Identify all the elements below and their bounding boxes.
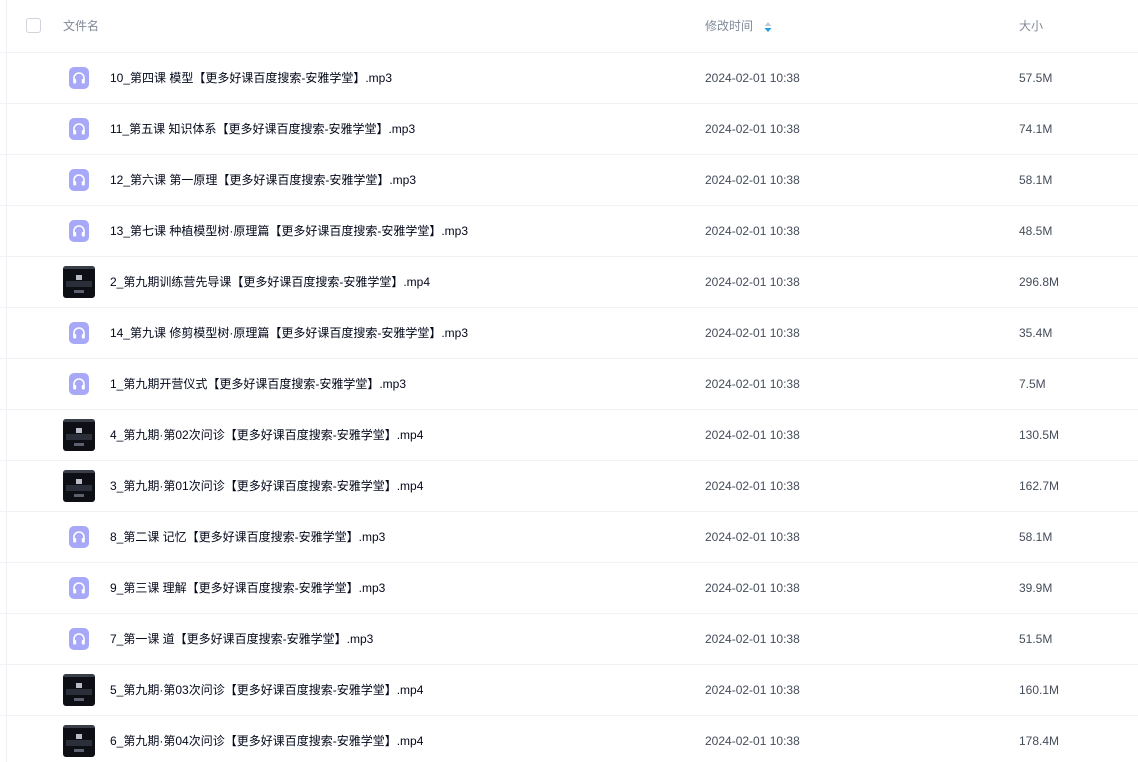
file-name[interactable]: 9_第三课 理解【更多好课百度搜索-安雅学堂】.mp3	[110, 580, 385, 596]
headphones-icon	[69, 118, 89, 140]
file-size: 296.8M	[1019, 275, 1060, 289]
file-name[interactable]: 2_第九期训练营先导课【更多好课百度搜索-安雅学堂】.mp4	[110, 274, 430, 290]
audio-file-icon	[63, 164, 95, 196]
headphones-icon	[69, 67, 89, 89]
file-modified-time: 2024-02-01 10:38	[705, 581, 800, 595]
headphones-icon	[69, 526, 89, 548]
file-name[interactable]: 10_第四课 模型【更多好课百度搜索-安雅学堂】.mp3	[110, 70, 392, 86]
sort-icon[interactable]	[763, 20, 773, 34]
file-size: 35.4M	[1019, 326, 1053, 340]
file-modified-time: 2024-02-01 10:38	[705, 326, 800, 340]
audio-file-icon	[63, 368, 95, 400]
file-modified-time: 2024-02-01 10:38	[705, 71, 800, 85]
file-row[interactable]: 8_第二课 记忆【更多好课百度搜索-安雅学堂】.mp3 2024-02-01 10…	[0, 511, 1138, 562]
file-size: 160.1M	[1019, 683, 1060, 697]
file-modified-time: 2024-02-01 10:38	[705, 122, 800, 136]
file-name[interactable]: 14_第九课 修剪模型树·原理篇【更多好课百度搜索-安雅学堂】.mp3	[110, 325, 468, 341]
video-thumbnail	[63, 419, 95, 451]
file-size: 178.4M	[1019, 734, 1060, 748]
file-row[interactable]: 13_第七课 种植模型树·原理篇【更多好课百度搜索-安雅学堂】.mp3 2024-…	[0, 205, 1138, 256]
file-name[interactable]: 11_第五课 知识体系【更多好课百度搜索-安雅学堂】.mp3	[110, 121, 415, 137]
video-thumbnail	[63, 470, 95, 502]
file-modified-time: 2024-02-01 10:38	[705, 734, 800, 748]
file-name[interactable]: 12_第六课 第一原理【更多好课百度搜索-安雅学堂】.mp3	[110, 172, 416, 188]
file-row[interactable]: 6_第九期·第04次问诊【更多好课百度搜索-安雅学堂】.mp4 2024-02-0…	[0, 715, 1138, 762]
audio-file-icon	[63, 317, 95, 349]
file-name[interactable]: 3_第九期·第01次问诊【更多好课百度搜索-安雅学堂】.mp4	[110, 478, 423, 494]
file-row[interactable]: 2_第九期训练营先导课【更多好课百度搜索-安雅学堂】.mp4 2024-02-01…	[0, 256, 1138, 307]
headphones-icon	[69, 220, 89, 242]
select-all-checkbox[interactable]	[26, 18, 41, 33]
audio-file-icon	[63, 62, 95, 94]
file-name[interactable]: 8_第二课 记忆【更多好课百度搜索-安雅学堂】.mp3	[110, 529, 385, 545]
file-size: 58.1M	[1019, 530, 1053, 544]
file-row[interactable]: 14_第九课 修剪模型树·原理篇【更多好课百度搜索-安雅学堂】.mp3 2024-…	[0, 307, 1138, 358]
file-name[interactable]: 6_第九期·第04次问诊【更多好课百度搜索-安雅学堂】.mp4	[110, 733, 423, 749]
video-thumbnail-image	[63, 674, 95, 706]
file-modified-time: 2024-02-01 10:38	[705, 428, 800, 442]
file-name[interactable]: 4_第九期·第02次问诊【更多好课百度搜索-安雅学堂】.mp4	[110, 427, 423, 443]
file-size: 74.1M	[1019, 122, 1053, 136]
file-row[interactable]: 5_第九期·第03次问诊【更多好课百度搜索-安雅学堂】.mp4 2024-02-0…	[0, 664, 1138, 715]
video-thumbnail	[63, 725, 95, 757]
headphones-icon	[69, 169, 89, 191]
file-name[interactable]: 13_第七课 种植模型树·原理篇【更多好课百度搜索-安雅学堂】.mp3	[110, 223, 468, 239]
file-name[interactable]: 7_第一课 道【更多好课百度搜索-安雅学堂】.mp3	[110, 631, 373, 647]
video-thumbnail	[63, 266, 95, 298]
file-modified-time: 2024-02-01 10:38	[705, 173, 800, 187]
column-header-modified-time[interactable]: 修改时间	[705, 19, 753, 33]
file-row[interactable]: 12_第六课 第一原理【更多好课百度搜索-安雅学堂】.mp3 2024-02-01…	[0, 154, 1138, 205]
audio-file-icon	[63, 521, 95, 553]
file-row[interactable]: 11_第五课 知识体系【更多好课百度搜索-安雅学堂】.mp3 2024-02-01…	[0, 103, 1138, 154]
audio-file-icon	[63, 623, 95, 655]
file-modified-time: 2024-02-01 10:38	[705, 377, 800, 391]
audio-file-icon	[63, 572, 95, 604]
file-table-body: 10_第四课 模型【更多好课百度搜索-安雅学堂】.mp3 2024-02-01 1…	[0, 52, 1138, 762]
file-size: 7.5M	[1019, 377, 1046, 391]
file-list-page: 文件名 修改时间 大小 10_第四课 模型【更多好课百度搜索-安雅学堂】.mp3…	[0, 0, 1138, 762]
file-modified-time: 2024-02-01 10:38	[705, 275, 800, 289]
file-size: 130.5M	[1019, 428, 1060, 442]
file-name[interactable]: 1_第九期开营仪式【更多好课百度搜索-安雅学堂】.mp3	[110, 376, 406, 392]
file-size: 162.7M	[1019, 479, 1060, 493]
file-modified-time: 2024-02-01 10:38	[705, 683, 800, 697]
file-row[interactable]: 10_第四课 模型【更多好课百度搜索-安雅学堂】.mp3 2024-02-01 1…	[0, 52, 1138, 103]
file-name[interactable]: 5_第九期·第03次问诊【更多好课百度搜索-安雅学堂】.mp4	[110, 682, 423, 698]
file-modified-time: 2024-02-01 10:38	[705, 479, 800, 493]
file-row[interactable]: 1_第九期开营仪式【更多好课百度搜索-安雅学堂】.mp3 2024-02-01 1…	[0, 358, 1138, 409]
video-thumbnail-image	[63, 266, 95, 298]
file-size: 48.5M	[1019, 224, 1053, 238]
file-row[interactable]: 3_第九期·第01次问诊【更多好课百度搜索-安雅学堂】.mp4 2024-02-0…	[0, 460, 1138, 511]
video-thumbnail-image	[63, 419, 95, 451]
video-thumbnail	[63, 674, 95, 706]
file-size: 39.9M	[1019, 581, 1053, 595]
headphones-icon	[69, 322, 89, 344]
file-size: 51.5M	[1019, 632, 1053, 646]
video-thumbnail-image	[63, 470, 95, 502]
file-modified-time: 2024-02-01 10:38	[705, 632, 800, 646]
file-row[interactable]: 4_第九期·第02次问诊【更多好课百度搜索-安雅学堂】.mp4 2024-02-0…	[0, 409, 1138, 460]
column-header-name[interactable]: 文件名	[63, 19, 99, 33]
file-size: 57.5M	[1019, 71, 1053, 85]
headphones-icon	[69, 628, 89, 650]
file-table-header: 文件名 修改时间 大小	[0, 0, 1138, 52]
audio-file-icon	[63, 215, 95, 247]
audio-file-icon	[63, 113, 95, 145]
file-row[interactable]: 9_第三课 理解【更多好课百度搜索-安雅学堂】.mp3 2024-02-01 10…	[0, 562, 1138, 613]
column-header-size[interactable]: 大小	[1019, 19, 1043, 33]
file-modified-time: 2024-02-01 10:38	[705, 530, 800, 544]
headphones-icon	[69, 577, 89, 599]
headphones-icon	[69, 373, 89, 395]
file-modified-time: 2024-02-01 10:38	[705, 224, 800, 238]
file-size: 58.1M	[1019, 173, 1053, 187]
video-thumbnail-image	[63, 725, 95, 757]
file-row[interactable]: 7_第一课 道【更多好课百度搜索-安雅学堂】.mp3 2024-02-01 10:…	[0, 613, 1138, 664]
